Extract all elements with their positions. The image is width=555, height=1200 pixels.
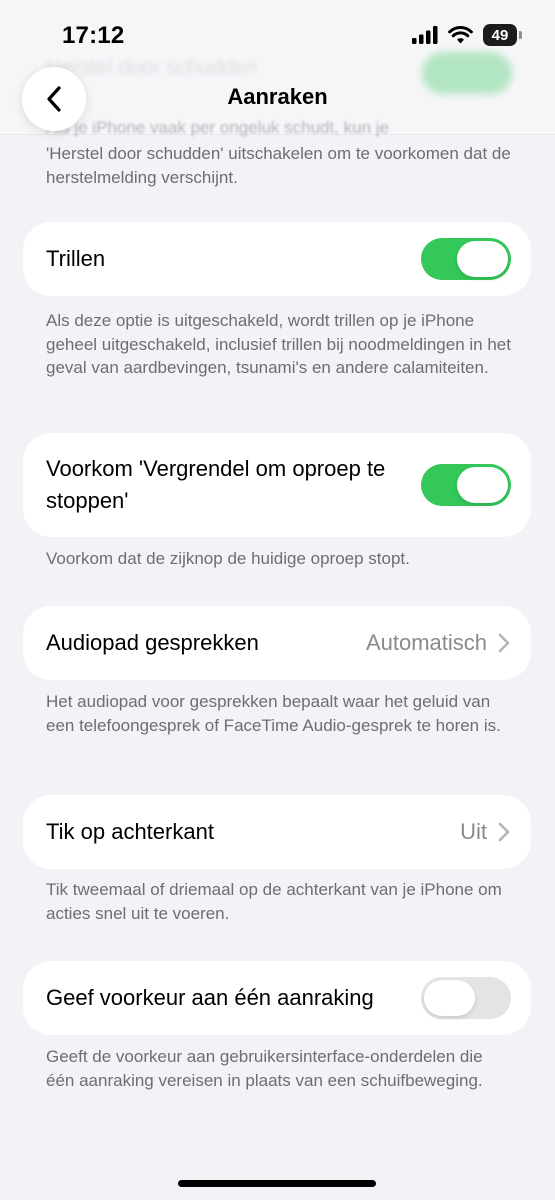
audiopad-value: Automatisch xyxy=(365,630,487,655)
trillen-row: Trillen xyxy=(23,222,531,296)
trillen-label: Trillen xyxy=(46,246,106,271)
cellular-signal-icon xyxy=(412,26,438,44)
een-aanraking-label: Geef voorkeur aan één aanraking xyxy=(46,985,374,1010)
chevron-right-icon xyxy=(498,633,510,653)
status-time: 17:12 xyxy=(62,22,125,49)
scrolled-footer-text: Als je iPhone vaak per ongeluk schudt, k… xyxy=(46,118,390,137)
een-aanraking-footer: Geeft de voorkeur aan gebruikersinterfac… xyxy=(46,1047,483,1090)
chevron-right-icon xyxy=(498,822,510,842)
trillen-footer: Als deze optie is uitgeschakeld, wordt t… xyxy=(46,311,511,377)
battery-icon: 49 xyxy=(483,24,522,46)
audiopad-footer: Het audiopad voor gesprekken bepaalt waa… xyxy=(46,692,501,735)
page-title: Aanraken xyxy=(227,84,328,109)
battery-level: 49 xyxy=(491,26,509,44)
herstel-footer: 'Herstel door schudden' uitschakelen om … xyxy=(46,144,511,187)
audiopad-label: Audiopad gesprekken xyxy=(46,630,259,655)
voorkom-vergrendel-label: Voorkom 'Vergrendel om oproep te stoppen… xyxy=(46,456,386,513)
tik-achterkant-value: Uit xyxy=(460,819,487,844)
voorkom-vergrendel-toggle[interactable] xyxy=(421,464,511,506)
een-aanraking-row: Geef voorkeur aan één aanraking xyxy=(23,961,531,1035)
toggle-knob xyxy=(457,467,508,503)
een-aanraking-toggle[interactable] xyxy=(421,977,511,1019)
tik-achterkant-label: Tik op achterkant xyxy=(46,819,214,844)
audiopad-row[interactable]: Audiopad gesprekken Automatisch xyxy=(23,606,531,680)
status-icons: 49 xyxy=(412,24,522,46)
toggle-knob xyxy=(424,980,475,1016)
voorkom-vergrendel-footer: Voorkom dat de zijknop de huidige oproep… xyxy=(46,549,410,568)
toggle-knob xyxy=(457,241,508,277)
tik-achterkant-footer: Tik tweemaal of driemaal op de achterkan… xyxy=(46,880,502,923)
trillen-toggle[interactable] xyxy=(421,238,511,280)
wifi-icon xyxy=(448,25,473,43)
navigation-bar: Herstel door schudden Als je iPhone vaak… xyxy=(0,0,555,137)
status-bar: 17:12 49 xyxy=(0,0,555,70)
voorkom-vergrendel-row: Voorkom 'Vergrendel om oproep te stoppen… xyxy=(23,433,531,537)
home-indicator[interactable] xyxy=(178,1180,376,1187)
tik-achterkant-row[interactable]: Tik op achterkant Uit xyxy=(23,795,531,869)
